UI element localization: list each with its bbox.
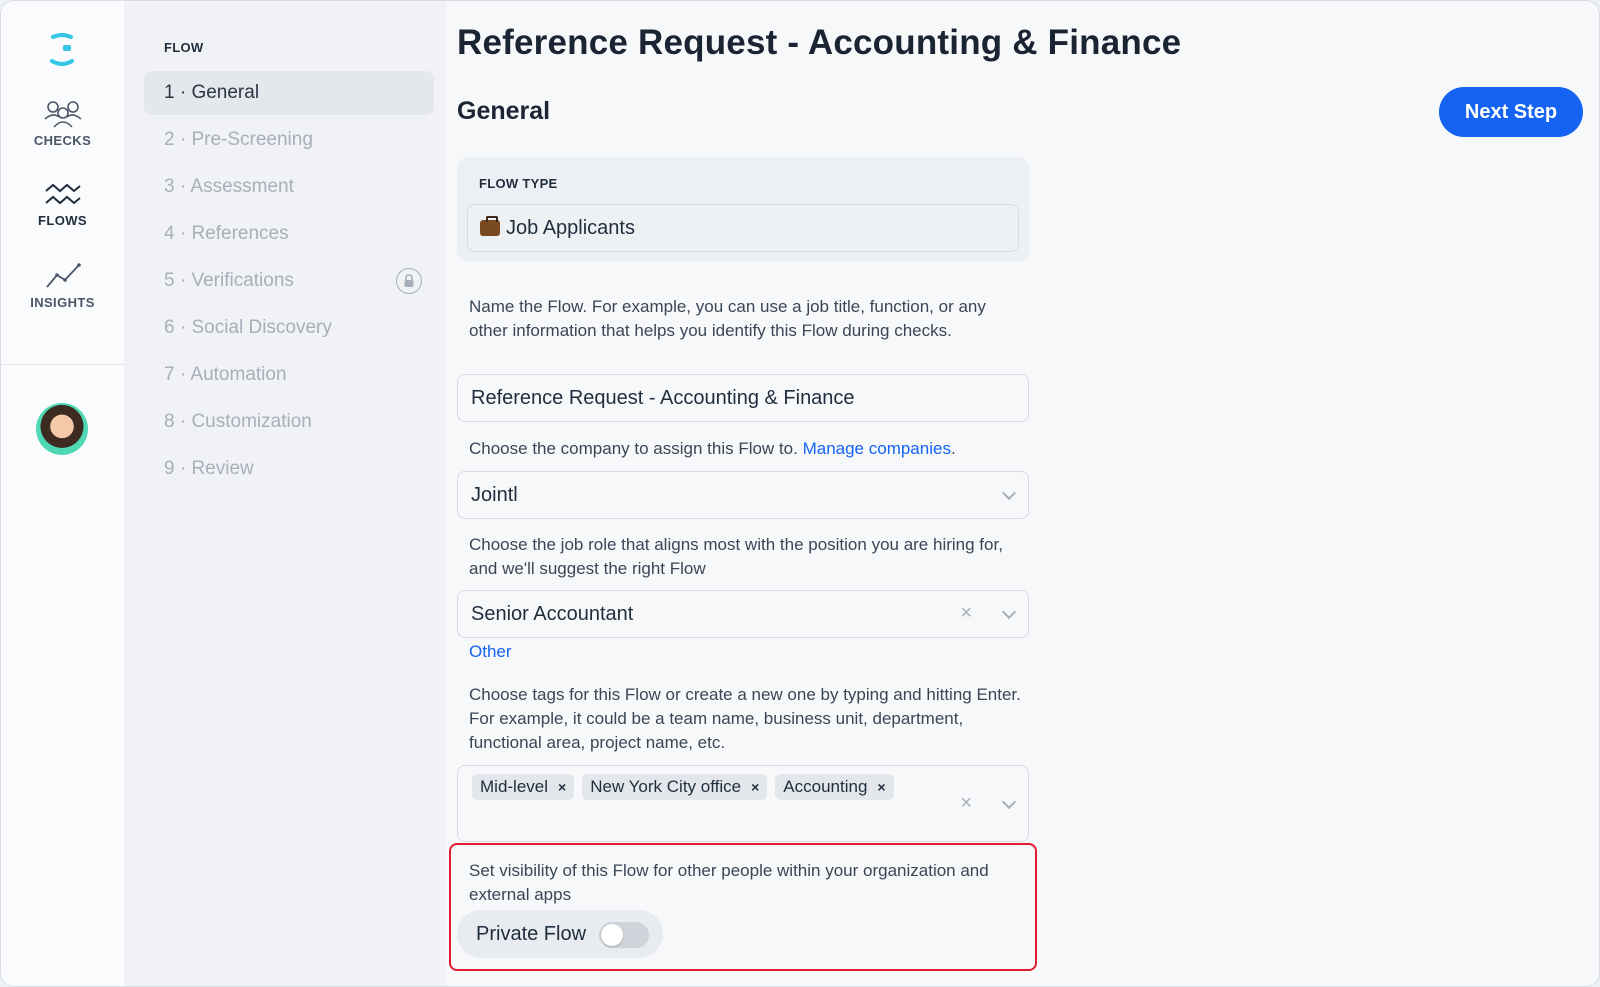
visibility-help-text: Set visibility of this Flow for other pe…	[469, 861, 989, 904]
nav-rail: CHECKS FLOWS INSIGHTS	[1, 1, 124, 986]
step-general[interactable]: 1 · General	[144, 71, 434, 115]
briefcase-icon	[480, 216, 500, 236]
remove-tag-icon[interactable]: ×	[558, 779, 566, 795]
tag-chip: Mid-level ×	[472, 774, 575, 800]
step-label: 6 · Social Discovery	[164, 317, 332, 338]
tags-help-text: Choose tags for this Flow or create a ne…	[469, 685, 1021, 752]
company-select[interactable]: Jointl	[457, 471, 1029, 519]
step-social-discovery[interactable]: 6 · Social Discovery	[144, 306, 434, 350]
step-label: 1 · General	[164, 82, 260, 103]
user-avatar[interactable]	[36, 403, 88, 455]
app-window: CHECKS FLOWS INSIGHTS FLOW 1 · General 2…	[0, 0, 1600, 987]
company-help-text: Choose the company to assign this Flow t…	[469, 437, 1029, 461]
flow-type-value: Job Applicants	[506, 216, 635, 239]
job-role-value: Senior Accountant	[471, 602, 634, 625]
tag-label: Mid-level	[480, 777, 549, 796]
chevron-down-icon[interactable]	[1002, 795, 1014, 807]
flow-type-select[interactable]: Job Applicants	[467, 204, 1019, 252]
rail-label-checks: CHECKS	[33, 133, 92, 148]
steps-title: FLOW	[164, 40, 204, 55]
tags-select[interactable]: Mid-level × New York City office × Account…	[457, 765, 1029, 842]
step-pre-screening[interactable]: 2 · Pre-Screening	[144, 118, 434, 162]
page-title: Reference Request - Accounting & Finance	[457, 23, 1182, 62]
private-flow-control[interactable]: Private Flow	[457, 910, 663, 958]
rail-label-flows: FLOWS	[38, 213, 87, 228]
flow-type-card: FLOW TYPE Job Applicants	[457, 157, 1029, 262]
step-label: 2 · Pre-Screening	[164, 129, 313, 150]
company-value: Jointl	[471, 483, 518, 506]
chevron-down-icon[interactable]	[1002, 486, 1014, 498]
trend-icon	[45, 263, 81, 288]
step-customization[interactable]: 8 · Customization	[144, 400, 434, 444]
section-title: General	[457, 97, 551, 125]
clear-icon[interactable]: ×	[960, 792, 972, 815]
private-flow-toggle[interactable]	[599, 922, 649, 948]
app-logo[interactable]	[49, 33, 75, 67]
people-icon	[43, 101, 82, 128]
remove-tag-icon[interactable]: ×	[877, 779, 885, 795]
waves-icon	[44, 183, 81, 205]
tag-label: New York City office	[590, 777, 742, 796]
tag-chip: Accounting ×	[775, 774, 894, 800]
flow-name-field[interactable]	[457, 374, 1029, 422]
rail-item-flows[interactable]: FLOWS	[1, 181, 124, 228]
step-verifications[interactable]: 5 · Verifications	[144, 259, 434, 303]
tag-chip: New York City office ×	[582, 774, 768, 800]
tags-list: Mid-level × New York City office × Account…	[472, 774, 894, 800]
step-references[interactable]: 4 · References	[144, 212, 434, 256]
other-role-link[interactable]: Other	[469, 640, 512, 664]
step-review[interactable]: 9 · Review	[144, 447, 434, 491]
rail-divider	[1, 364, 124, 365]
remove-tag-icon[interactable]: ×	[751, 779, 759, 795]
step-label: 9 · Review	[164, 458, 254, 479]
step-automation[interactable]: 7 · Automation	[144, 353, 434, 397]
chevron-down-icon[interactable]	[1002, 605, 1014, 617]
company-help: Choose the company to assign this Flow t…	[469, 439, 798, 458]
toggle-knob	[601, 924, 623, 946]
flow-name-input[interactable]	[471, 386, 1028, 410]
lock-icon	[396, 268, 422, 294]
rail-label-insights: INSIGHTS	[30, 295, 95, 310]
company-help-suffix: .	[950, 439, 956, 458]
private-flow-label: Private Flow	[476, 922, 587, 945]
step-label: 7 · Automation	[164, 364, 287, 385]
manage-companies-link[interactable]: Manage companies	[803, 439, 951, 458]
role-help-text: Choose the job role that aligns most wit…	[469, 535, 1003, 578]
flow-steps-sidebar: FLOW 1 · General 2 · Pre-Screening 3 · A…	[124, 1, 446, 986]
flow-type-label: FLOW TYPE	[479, 176, 558, 191]
step-label: 5 · Verifications	[164, 270, 294, 291]
next-step-button[interactable]: Next Step	[1439, 87, 1583, 137]
tag-label: Accounting	[783, 777, 868, 796]
step-assessment[interactable]: 3 · Assessment	[144, 165, 434, 209]
step-label: 3 · Assessment	[164, 176, 294, 197]
clear-icon[interactable]: ×	[960, 602, 972, 625]
job-role-select[interactable]: Senior Accountant ×	[457, 590, 1029, 638]
rail-item-checks[interactable]: CHECKS	[1, 99, 124, 148]
name-help-text: Name the Flow. For example, you can use …	[469, 297, 986, 340]
step-label: 8 · Customization	[164, 411, 312, 432]
rail-item-insights[interactable]: INSIGHTS	[1, 261, 124, 310]
step-label: 4 · References	[164, 223, 289, 244]
